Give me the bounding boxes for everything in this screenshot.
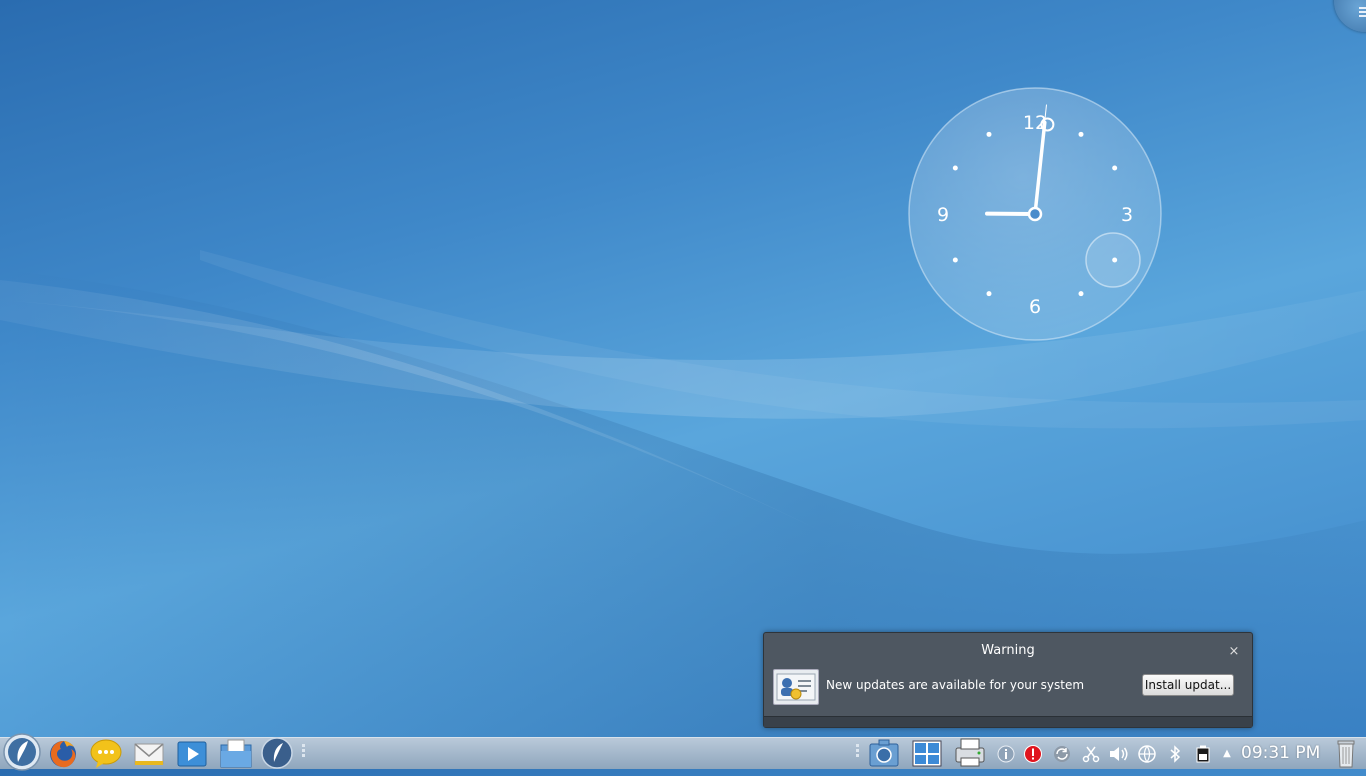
clock-tick [1079, 132, 1084, 137]
info-icon[interactable] [997, 745, 1015, 763]
scissors-icon[interactable] [1082, 745, 1100, 763]
trash-icon[interactable] [1334, 737, 1358, 769]
chat-icon[interactable] [90, 737, 122, 769]
app-launcher-icon[interactable] [2, 732, 42, 772]
tray-expand-icon[interactable]: ▲ [1220, 745, 1234, 763]
notification-footer [764, 716, 1252, 727]
screenshot-icon[interactable] [868, 738, 900, 768]
printer-icon[interactable] [953, 736, 987, 768]
clock-tick [987, 291, 992, 296]
update-notification: Warning × New updates are available for … [763, 632, 1253, 728]
analog-clock-widget[interactable]: 12 3 6 9 [907, 86, 1163, 342]
file-manager-icon[interactable] [219, 737, 253, 769]
tray-separator[interactable] [856, 744, 859, 764]
notification-message: New updates are available for your syste… [826, 678, 1084, 692]
clock-seconds-bubble [1086, 233, 1140, 287]
firefox-icon[interactable] [47, 738, 79, 770]
clock-center-pin [1029, 208, 1041, 220]
clock-tick [953, 258, 958, 263]
desktop-pager-icon[interactable] [911, 738, 943, 768]
network-icon[interactable] [1137, 745, 1157, 763]
clock-numeral-3: 3 [1121, 204, 1133, 226]
clock-numeral-9: 9 [937, 204, 949, 226]
taskbar-clock[interactable]: 09:31 PM [1241, 743, 1320, 763]
volume-icon[interactable] [1108, 745, 1130, 763]
menu-icon [1359, 7, 1366, 19]
install-updates-button[interactable]: Install updat... [1142, 674, 1234, 696]
taskbar-separator[interactable] [302, 744, 305, 764]
media-player-icon[interactable] [176, 738, 208, 770]
notification-title: Warning [764, 643, 1252, 658]
clock-tick [987, 132, 992, 137]
clock-tick [953, 166, 958, 171]
software-update-icon [773, 669, 819, 705]
battery-icon[interactable] [1193, 745, 1213, 763]
error-icon[interactable] [1024, 745, 1042, 763]
clock-tick [1112, 166, 1117, 171]
taskbar: ▲ 09:31 PM [0, 737, 1366, 769]
clock-tick [1079, 291, 1084, 296]
mail-icon[interactable] [133, 738, 165, 770]
mandriva-icon[interactable] [261, 737, 293, 769]
close-icon[interactable]: × [1228, 646, 1240, 658]
desktop-toolbox-button[interactable] [1334, 0, 1366, 32]
sync-icon[interactable] [1053, 745, 1071, 763]
clock-numeral-6: 6 [1029, 296, 1041, 318]
bluetooth-icon[interactable] [1166, 745, 1184, 763]
